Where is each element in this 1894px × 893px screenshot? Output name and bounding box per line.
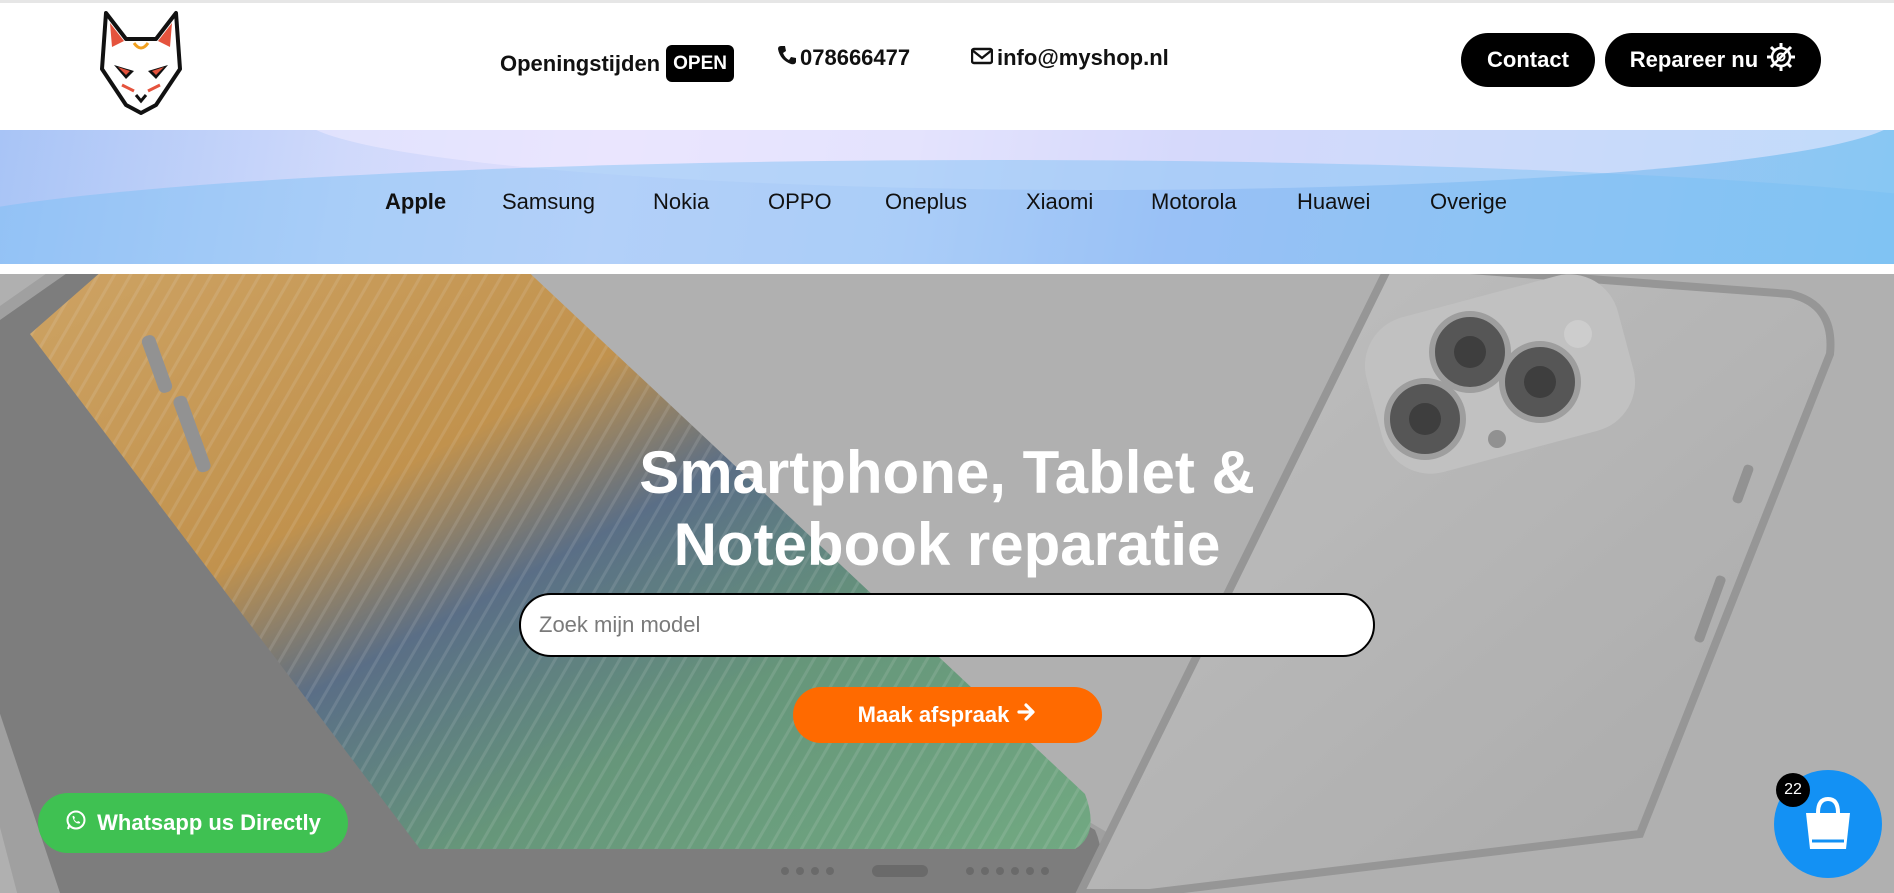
make-appointment-button[interactable]: Maak afspraak (793, 687, 1102, 743)
model-search-input[interactable] (519, 593, 1375, 657)
email-link[interactable]: info@myshop.nl (970, 45, 1169, 71)
nav-divider (0, 264, 1894, 274)
whatsapp-icon (65, 809, 87, 837)
nav-item-samsung[interactable]: Samsung (502, 189, 595, 215)
opening-hours-label: Openingstijden (500, 50, 661, 76)
phone-icon (778, 45, 796, 71)
hero-title-line-2: Notebook reparatie (673, 511, 1221, 578)
hero-title: Smartphone, Tablet & Notebook reparatie (0, 437, 1894, 581)
contact-button-label: Contact (1487, 47, 1569, 72)
site-header: Openingstijden OPEN 078666477 info@mysho… (0, 0, 1894, 130)
nav-item-motorola[interactable]: Motorola (1151, 189, 1237, 215)
phone-link[interactable]: 078666477 (778, 45, 910, 71)
email-address: info@myshop.nl (997, 45, 1169, 70)
envelope-icon (970, 45, 994, 71)
open-status-badge: OPEN (666, 45, 734, 82)
repair-now-label: Repareer nu (1629, 47, 1759, 72)
arrow-right-icon (1017, 702, 1037, 728)
nav-item-overige[interactable]: Overige (1430, 189, 1507, 215)
nav-item-oneplus[interactable]: Oneplus (885, 189, 967, 215)
repair-now-button[interactable]: Repareer nu (1605, 33, 1821, 87)
nav-item-nokia[interactable]: Nokia (653, 189, 709, 215)
make-appointment-label: Maak afspraak (857, 702, 1010, 727)
whatsapp-label: Whatsapp us Directly (97, 810, 321, 835)
contact-button[interactable]: Contact (1461, 33, 1595, 87)
nav-item-oppo[interactable]: OPPO (768, 189, 832, 215)
phone-number: 078666477 (800, 45, 911, 70)
whatsapp-button[interactable]: Whatsapp us Directly (38, 793, 348, 853)
fox-mask-logo-icon[interactable] (96, 9, 186, 115)
brand-nav-list: Apple Samsung Nokia OPPO Oneplus Xiaomi … (0, 189, 1894, 219)
shopping-bag-icon (1798, 793, 1858, 856)
cart-count-badge: 22 (1776, 773, 1810, 807)
brand-navigation: Apple Samsung Nokia OPPO Oneplus Xiaomi … (0, 130, 1894, 264)
nav-item-xiaomi[interactable]: Xiaomi (1026, 189, 1093, 215)
nav-item-apple[interactable]: Apple (385, 189, 446, 215)
nav-item-huawei[interactable]: Huawei (1297, 189, 1370, 215)
opening-hours[interactable]: Openingstijden OPEN (500, 45, 734, 82)
hero-title-line-1: Smartphone, Tablet & (639, 439, 1255, 506)
gear-wrench-icon (1766, 42, 1796, 78)
